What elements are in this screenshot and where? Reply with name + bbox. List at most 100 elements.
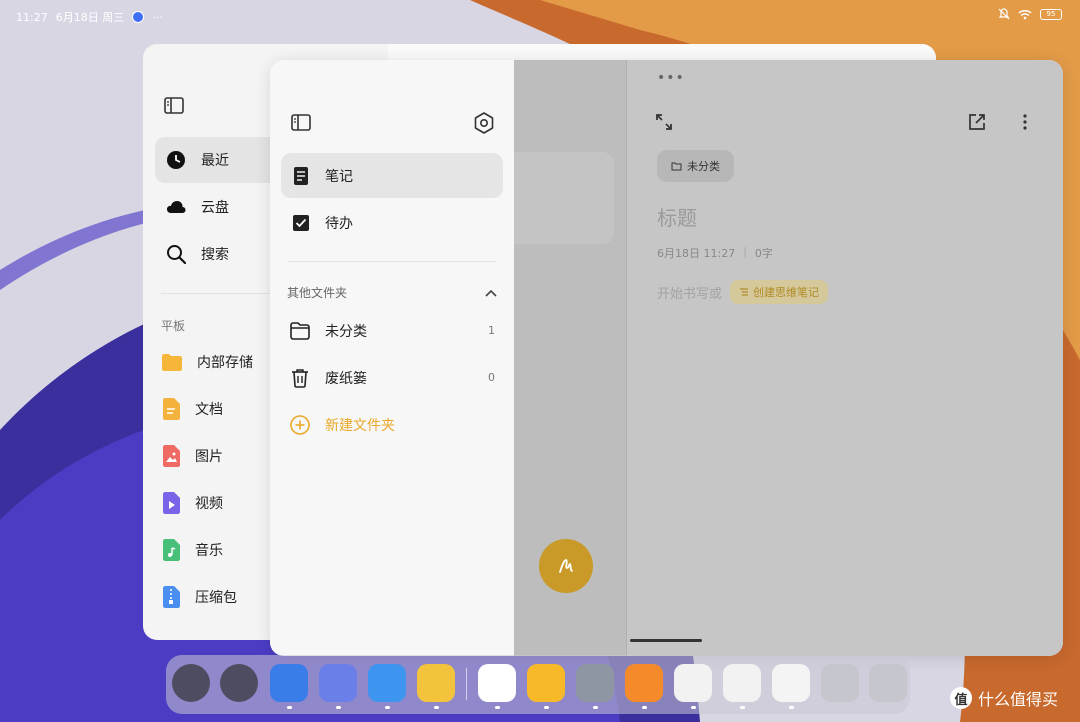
files-types: 内部存储 文档 图片 视频 音乐 压缩包 [161,338,281,620]
running-indicator [642,706,647,709]
files-type-archives[interactable]: 压缩包 [161,573,281,620]
dock-mail-icon[interactable] [368,664,406,702]
dock-mi-store-icon[interactable] [625,664,663,702]
files-type-storage[interactable]: 内部存储 [161,338,281,385]
other-folders-title: 其他文件夹 [287,286,348,300]
watermark-text: 什么值得买 [978,690,1059,709]
files-section-title: 平板 [161,319,186,333]
watermark: 值 什么值得买 [950,686,1058,710]
notes-window[interactable]: 笔记 待办 其他文件夹 未分类 1 废纸篓 0 新建文件夹 ••• 未分类 标题… [270,60,1063,656]
running-indicator [434,706,439,709]
dock-multitask-icon[interactable] [821,664,859,702]
gesture-bar[interactable] [630,639,702,642]
folder-icon [162,353,182,371]
cloud-icon [167,201,186,213]
expand-icon[interactable] [654,112,674,132]
category-tag[interactable]: 未分类 [657,150,734,182]
running-indicator [740,706,745,709]
running-indicator [385,706,390,709]
running-indicator [593,706,598,709]
dock-file-manager-icon[interactable] [527,664,565,702]
dock-pen-app-icon[interactable] [772,664,810,702]
dock-game-1-icon[interactable] [674,664,712,702]
folder-outline-icon [290,321,310,340]
dock-settings-icon[interactable] [576,664,614,702]
running-indicator [544,706,549,709]
dock-app-drawer-icon[interactable] [220,664,258,702]
window-drag-handle-icon[interactable]: ••• [657,70,685,86]
clock-time: 11:27 [16,10,48,24]
files-nav-cloud[interactable]: 云盘 [155,184,285,230]
status-more-icon: ··· [152,10,163,24]
note-card[interactable] [514,152,614,244]
files-type-docs[interactable]: 文档 [161,385,281,432]
folder-outline-icon [671,162,682,171]
checkbox-icon [293,214,309,231]
running-indicator [495,706,500,709]
folder-trash[interactable]: 废纸篓 0 [289,354,495,401]
status-date: 6月18日 周三 [55,11,125,24]
search-icon [167,245,187,265]
image-icon [163,444,180,467]
files-type-music[interactable]: 音乐 [161,526,281,573]
running-indicator [789,706,794,709]
status-bar: 11:27 6月18日 周三 ··· 95 [0,0,1080,32]
other-folders-header[interactable]: 其他文件夹 [287,284,497,301]
dock-game-2-icon[interactable] [723,664,761,702]
note-word-count: 0字 [754,247,773,260]
files-type-images[interactable]: 图片 [161,432,281,479]
mindmap-note-button[interactable]: 创建思维笔记 [730,280,829,304]
dock-home-icon[interactable] [869,664,907,702]
more-vertical-icon[interactable] [1015,112,1035,132]
notes-folders: 未分类 1 废纸篓 0 新建文件夹 [289,307,495,448]
chevron-up-icon[interactable] [485,289,497,297]
note-body-placeholder[interactable]: 开始书写或 创建思维笔记 [657,280,829,304]
music-icon [163,538,180,561]
notes-nav-todo[interactable]: 待办 [281,200,503,245]
mindmap-icon [740,288,749,296]
notes-divider [288,261,496,262]
notes-nav-notes[interactable]: 笔记 [281,153,503,198]
wifi-icon [1018,9,1032,19]
handwriting-icon [559,559,573,573]
new-handwriting-button[interactable] [539,539,593,593]
running-indicator [691,706,696,709]
note-title-input[interactable]: 标题 [657,202,697,231]
mute-icon [998,8,1010,20]
files-nav-recent[interactable]: 最近 [155,137,285,183]
sidebar-toggle-icon[interactable] [290,112,312,134]
folder-uncategorized[interactable]: 未分类 1 [289,307,495,354]
dock [166,655,910,714]
running-indicator [336,706,341,709]
dock-wps-office-icon[interactable] [478,664,516,702]
dock-browser-icon[interactable] [270,664,308,702]
notes-sidebar: 笔记 待办 其他文件夹 未分类 1 废纸篓 0 新建文件夹 [270,60,514,656]
notes-list-pane[interactable] [514,60,626,656]
dock-notes-icon[interactable] [417,664,455,702]
note-icon [294,166,308,185]
folder-count: 1 [488,324,495,337]
assistant-badge-icon [132,11,145,23]
files-divider [161,293,271,294]
video-icon [163,491,180,514]
settings-gear-icon[interactable] [472,111,496,135]
zip-icon [163,585,180,608]
dock-gallery-icon[interactable] [319,664,357,702]
note-meta: 6月18日 11:27 | 0字 [657,245,773,260]
folder-count: 0 [488,371,495,384]
running-indicator [287,706,292,709]
files-nav: 最近 云盘 搜索 [155,137,285,278]
watermark-logo: 值 [950,687,972,709]
notes-nav: 笔记 待办 [281,153,503,247]
share-icon[interactable] [967,112,987,132]
sidebar-toggle-icon[interactable] [163,95,185,117]
dock-ai-assistant-icon[interactable] [172,664,210,702]
battery-icon: 95 [1040,8,1062,20]
new-folder-button[interactable]: 新建文件夹 [289,401,495,448]
trash-icon [292,368,308,388]
files-nav-search[interactable]: 搜索 [155,231,285,277]
add-circle-icon [290,414,310,435]
files-type-videos[interactable]: 视频 [161,479,281,526]
clock-icon [167,151,185,169]
note-editor[interactable]: ••• 未分类 标题 6月18日 11:27 | 0字 开始书写或 创建思维笔记 [627,60,1063,656]
